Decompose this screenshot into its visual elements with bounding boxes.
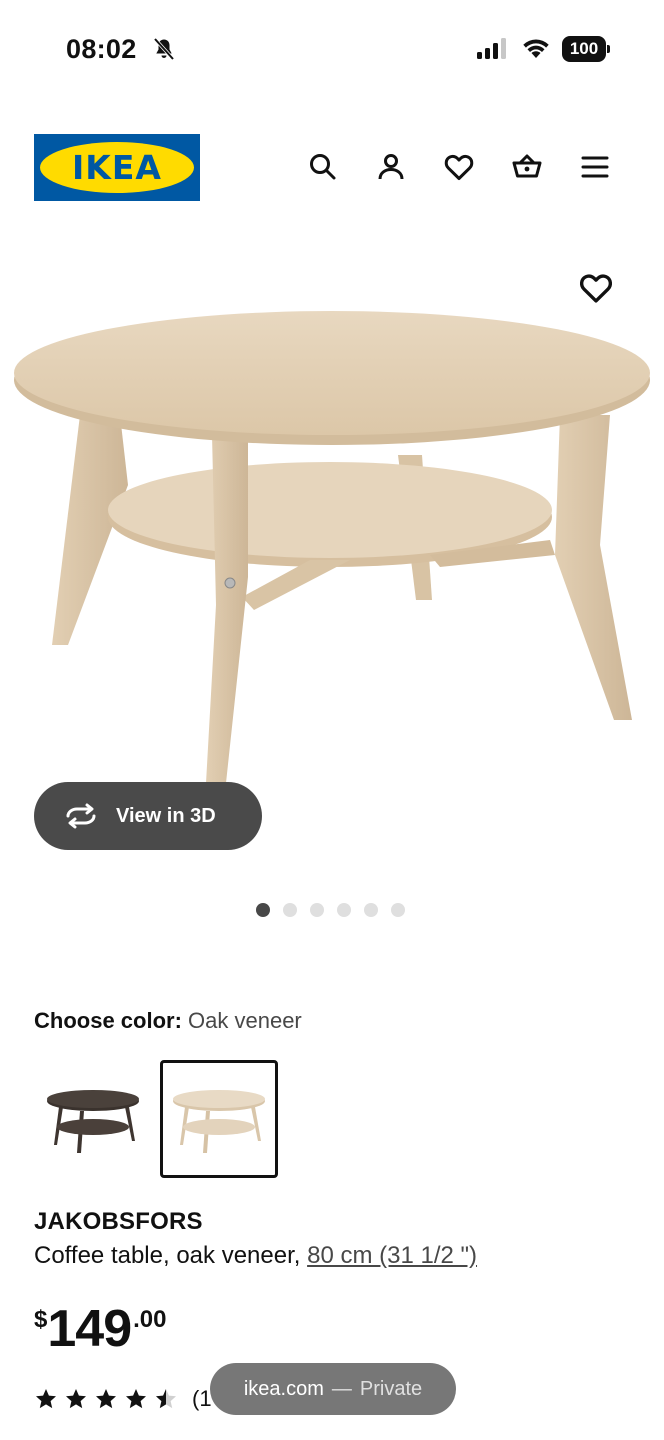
ikea-logo[interactable]: IKEA (34, 134, 200, 201)
battery-level: 100 (562, 36, 606, 62)
dark-brown-table-thumbnail (47, 1090, 139, 1153)
selected-color-value: Oak veneer (188, 1008, 302, 1033)
product-price: $ 149 .00 (34, 1300, 167, 1360)
search-icon (310, 154, 336, 180)
star-full-icon (96, 1389, 116, 1409)
header-nav (304, 148, 614, 188)
favorite-heart-icon[interactable] (578, 270, 614, 306)
account-button[interactable] (372, 148, 410, 186)
status-time: 08:02 (66, 34, 137, 64)
wishlist-button[interactable] (440, 148, 478, 186)
swatch-dark-brown[interactable] (34, 1060, 152, 1178)
search-button[interactable] (304, 148, 342, 186)
oak-table-thumbnail (173, 1090, 265, 1153)
color-swatches (34, 1060, 278, 1178)
cart-button[interactable] (508, 148, 546, 186)
logo-text: IKEA (72, 148, 162, 187)
product-description-text: Coffee table, oak veneer, (34, 1242, 308, 1269)
status-bar: 08:02 100 (0, 0, 664, 100)
gallery-dot[interactable] (336, 903, 351, 917)
url-separator: — (331, 1377, 352, 1400)
rotate-3d-icon (66, 803, 96, 829)
gallery-dot[interactable] (282, 903, 297, 917)
gallery-dot[interactable] (390, 903, 405, 917)
signal-icon (477, 38, 506, 59)
review-count: (1 (192, 1386, 212, 1411)
product-size-link[interactable]: 80 cm (31 1/2 ") (307, 1242, 477, 1269)
account-icon (378, 154, 404, 180)
gallery-pagination (0, 903, 664, 917)
product-gallery[interactable]: View in 3D (0, 250, 664, 890)
price-main: 149 (47, 1300, 132, 1358)
product-rating[interactable]: (1 (34, 1386, 212, 1412)
price-currency: $ (34, 1306, 48, 1333)
price-decimals: .00 (133, 1306, 167, 1333)
star-full-icon (66, 1389, 86, 1409)
gallery-dot[interactable] (363, 903, 378, 917)
url-domain: ikea.com (243, 1377, 324, 1400)
swatch-oak-veneer[interactable] (160, 1060, 278, 1178)
color-chooser-label: Choose color: Oak veneer (34, 1008, 302, 1034)
menu-button[interactable] (576, 148, 614, 186)
browsing-mode: Private (359, 1377, 423, 1400)
star-full-icon (126, 1389, 146, 1409)
battery-icon: 100 (562, 36, 610, 62)
star-full-icon (36, 1389, 56, 1409)
gallery-dot[interactable] (309, 903, 324, 917)
menu-icon (581, 156, 609, 178)
browser-url-pill[interactable]: ikea.com — Private (210, 1363, 456, 1415)
view-in-3d-label: View in 3D (116, 804, 216, 827)
product-image-coffee-table (14, 311, 650, 783)
view-in-3d-button[interactable]: View in 3D (34, 782, 262, 850)
site-header: IKEA (0, 130, 664, 206)
product-name: JAKOBSFORS (34, 1208, 203, 1235)
wifi-icon (523, 39, 549, 58)
product-description: Coffee table, oak veneer, 80 cm (31 1/2 … (34, 1242, 477, 1270)
gallery-dot[interactable] (255, 903, 270, 917)
bell-slash-icon (153, 37, 175, 61)
heart-icon (444, 154, 474, 180)
color-chooser-title: Choose color: (34, 1008, 182, 1033)
star-half-icon (156, 1389, 176, 1409)
cart-icon (512, 154, 542, 178)
battery-cap (607, 45, 610, 53)
